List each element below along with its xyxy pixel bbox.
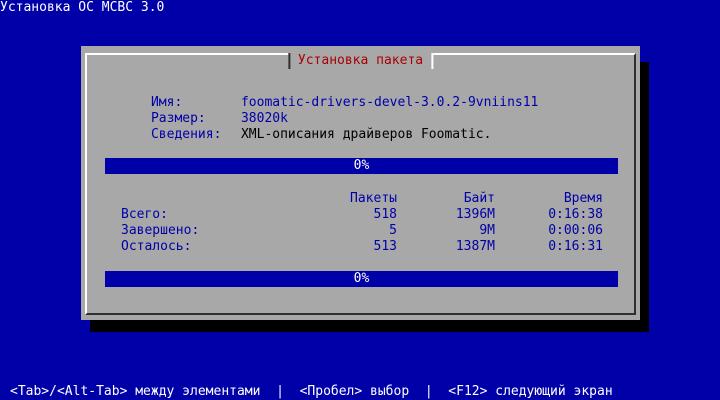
window-title: Установка ОС МСВС 3.0 xyxy=(0,0,165,15)
package-progress-bar: 0% xyxy=(105,158,618,174)
dialog-frame: Установка пакета Имя: foomatic-drivers-de… xyxy=(85,53,636,315)
row-total-label: Всего: xyxy=(121,207,168,222)
row-remaining-bytes: 1387M xyxy=(455,239,495,254)
row-total-time: 0:16:38 xyxy=(548,207,603,222)
row-remaining-packages: 513 xyxy=(373,239,397,254)
total-progress-bar: 0% xyxy=(105,271,618,287)
dialog-title: Установка пакета xyxy=(287,53,434,69)
row-done-label: Завершено: xyxy=(121,223,200,238)
row-done-time: 0:00:06 xyxy=(548,223,603,238)
row-remaining-label: Осталось: xyxy=(121,239,192,254)
header-time: Время xyxy=(563,191,603,206)
package-info-value: XML-описания драйверов Foomatic. xyxy=(240,127,492,142)
row-total-bytes: 1396M xyxy=(455,207,495,222)
keyboard-hint-bar: <Tab>/<Alt-Tab> между элементами | <Проб… xyxy=(10,384,613,399)
row-total-packages: 518 xyxy=(373,207,397,222)
package-progress-percent: 0% xyxy=(353,158,370,173)
package-info-label: Сведения: xyxy=(150,127,222,142)
header-packages: Пакеты xyxy=(350,191,397,206)
row-remaining-time: 0:16:31 xyxy=(548,239,603,254)
row-done-bytes: 9M xyxy=(479,223,495,238)
row-done-packages: 5 xyxy=(389,223,397,238)
header-bytes: Байт xyxy=(463,191,495,206)
total-progress-percent: 0% xyxy=(353,271,370,286)
install-package-dialog: Установка пакета Имя: foomatic-drivers-de… xyxy=(81,46,640,320)
package-info-row: Сведения: XML-описания драйверов Foomatic… xyxy=(104,111,491,159)
